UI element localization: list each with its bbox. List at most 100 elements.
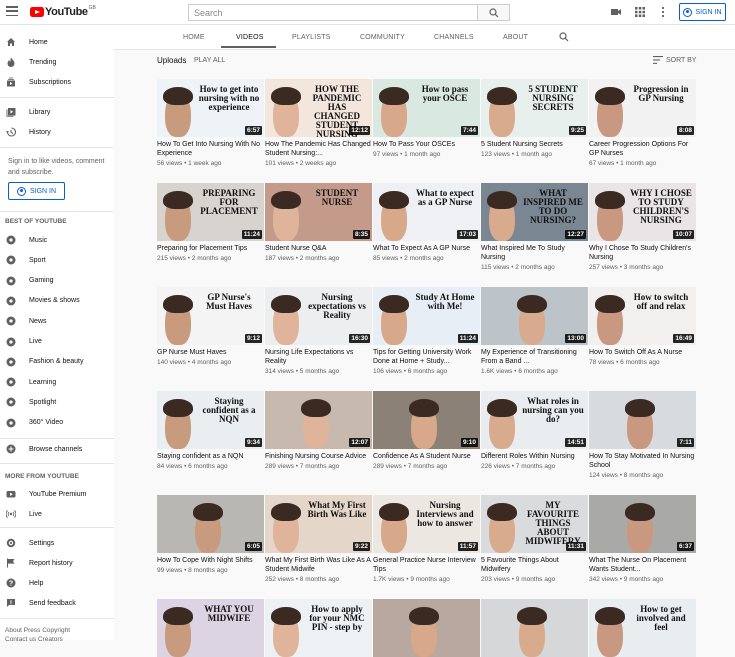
video-thumbnail[interactable]: Study At Home with Me! 11:24 — [373, 287, 480, 345]
video-card[interactable]: MY FAVOURITE THINGS ABOUT MIDWIFERY 11:31… — [481, 495, 588, 583]
video-card[interactable] — [373, 599, 480, 657]
video-title[interactable]: What The Nurse On Placement Wants Studen… — [589, 556, 696, 574]
video-card[interactable]: How to switch off and relax 16:49 How To S… — [589, 287, 696, 366]
sidebar-item-trending[interactable]: Trending — [0, 54, 114, 70]
video-thumbnail[interactable]: Progression in GP Nursing 8:08 — [589, 79, 696, 137]
video-title[interactable]: What Inspired Me To Study Nursing — [481, 244, 588, 262]
video-title[interactable]: Confidence As A Student Nurse — [373, 452, 480, 461]
video-card[interactable]: Nursing Interviews and how to answer 11:5… — [373, 495, 480, 583]
video-card[interactable]: How to pass your OSCE 7:44 How To Pass You… — [373, 79, 480, 158]
video-card[interactable]: Nursing expectations vs Reality 16:30 Nurs… — [265, 287, 372, 375]
video-card[interactable]: What to expect as a GP Nurse 17:03 What To… — [373, 183, 480, 262]
tab-playlists[interactable]: PLAYLISTS — [292, 34, 331, 41]
tab-videos[interactable]: VIDEOS — [236, 34, 264, 41]
tab-about[interactable]: ABOUT — [503, 34, 528, 41]
video-thumbnail[interactable]: HOW THE PANDEMIC HAS CHANGED STUDENT NUR… — [265, 79, 372, 137]
video-card[interactable]: What roles in nursing can you do? 14:51 Di… — [481, 391, 588, 470]
video-card[interactable]: 6:37 What The Nurse On Placement Wants St… — [589, 495, 696, 583]
video-thumbnail[interactable]: Nursing expectations vs Reality 16:30 — [265, 287, 372, 345]
video-thumbnail[interactable]: 9:10 — [373, 391, 480, 449]
video-thumbnail[interactable]: Staying confident as a NQN 9:34 — [157, 391, 264, 449]
video-thumbnail[interactable]: 12:07 — [265, 391, 372, 449]
video-title[interactable]: Why I Chose To Study Children's Nursing — [589, 244, 696, 262]
sign-in-button[interactable]: SIGN IN — [679, 3, 726, 21]
sidebar-item-live[interactable]: Live — [0, 334, 114, 350]
sidebar-item-report-history[interactable]: Report history — [0, 555, 114, 571]
tab-community[interactable]: COMMUNITY — [360, 34, 405, 41]
video-title[interactable]: My Experience of Transitioning From a Ba… — [481, 348, 588, 366]
video-card[interactable] — [481, 599, 588, 657]
video-thumbnail[interactable]: MY FAVOURITE THINGS ABOUT MIDWIFERY 11:31 — [481, 495, 588, 553]
video-card[interactable]: PREPARING FOR PLACEMENT 11:24 Preparing fo… — [157, 183, 264, 262]
apps-icon[interactable] — [634, 6, 646, 18]
video-thumbnail[interactable]: GP Nurse's Must Haves 9:12 — [157, 287, 264, 345]
channel-search-icon[interactable] — [559, 32, 569, 42]
tab-channels[interactable]: CHANNELS — [434, 34, 474, 41]
sidebar-item-fashion-beauty[interactable]: Fashion & beauty — [0, 354, 114, 370]
sidebar-item-subscriptions[interactable]: Subscriptions — [0, 74, 114, 90]
sidebar-item-news[interactable]: News — [0, 313, 114, 329]
video-title[interactable]: 5 Favourite Things About Midwifery — [481, 556, 588, 574]
video-title[interactable]: How To Pass Your OSCEs — [373, 140, 480, 149]
video-card[interactable]: HOW THE PANDEMIC HAS CHANGED STUDENT NUR… — [265, 79, 372, 167]
video-title[interactable]: 5 Student Nursing Secrets — [481, 140, 588, 149]
video-title[interactable]: Tips for Getting University Work Done at… — [373, 348, 480, 366]
video-card[interactable]: 5 STUDENT NURSING SECRETS 9:25 5 Student N… — [481, 79, 588, 158]
video-card[interactable]: WHAT INSPIRED ME TO DO NURSING? 12:27 What… — [481, 183, 588, 271]
video-title[interactable]: Career Progression Options For GP Nurses — [589, 140, 696, 158]
sidebar-item-gaming[interactable]: Gaming — [0, 273, 114, 289]
video-card[interactable]: GP Nurse's Must Haves 9:12 GP Nurse Must H… — [157, 287, 264, 366]
sidebar-item-library[interactable]: Library — [0, 104, 114, 120]
video-title[interactable]: How To Cope With Night Shifts — [157, 556, 264, 565]
video-title[interactable]: General Practice Nurse Interview Tips — [373, 556, 480, 574]
sidebar-item-live[interactable]: Live — [0, 506, 114, 522]
video-thumbnail[interactable]: What My First Birth Was Like 9:22 — [265, 495, 372, 553]
video-title[interactable]: How To Switch Off As A Nurse — [589, 348, 696, 357]
video-card[interactable]: What My First Birth Was Like 9:22 What My … — [265, 495, 372, 583]
sidebar-item-home[interactable]: Home — [0, 34, 114, 50]
video-card[interactable]: WHY I CHOSE TO STUDY CHILDREN'S NURSING 1… — [589, 183, 696, 271]
video-thumbnail[interactable]: 7:11 — [589, 391, 696, 449]
video-title[interactable]: Staying confident as a NQN — [157, 452, 264, 461]
video-title[interactable]: Different Roles Within Nursing — [481, 452, 588, 461]
sidebar-item-settings[interactable]: Settings — [0, 535, 114, 551]
video-title[interactable]: How To Stay Motivated In Nursing School — [589, 452, 696, 470]
sidebar-item-sport[interactable]: Sport — [0, 252, 114, 268]
video-thumbnail[interactable]: 6:37 — [589, 495, 696, 553]
video-card[interactable]: WHAT YOU MIDWIFE — [157, 599, 264, 657]
video-title[interactable]: What My First Birth Was Like As A Studen… — [265, 556, 372, 574]
sidebar-item-360-video[interactable]: 360° Video — [0, 415, 114, 431]
tab-home[interactable]: HOME — [183, 34, 205, 41]
video-card[interactable]: 7:11 How To Stay Motivated In Nursing Sch… — [589, 391, 696, 479]
video-card[interactable]: 9:10 Confidence As A Student Nurse 289 vie… — [373, 391, 480, 470]
youtube-logo[interactable]: YouTube GB — [30, 5, 96, 18]
video-thumbnail[interactable]: What roles in nursing can you do? 14:51 — [481, 391, 588, 449]
video-card[interactable]: 12:07 Finishing Nursing Course Advice 289 … — [265, 391, 372, 470]
sidebar-item-history[interactable]: History — [0, 124, 114, 140]
sort-by-button[interactable]: SORT BY — [653, 56, 696, 64]
video-card[interactable]: How to get into nursing with no experien… — [157, 79, 264, 167]
video-title[interactable]: Finishing Nursing Course Advice — [265, 452, 372, 461]
create-video-icon[interactable] — [610, 6, 622, 18]
menu-icon[interactable] — [6, 6, 18, 16]
more-vert-icon[interactable] — [657, 6, 669, 18]
video-title[interactable]: How The Pandemic Has Changed Student Nur… — [265, 140, 372, 158]
video-thumbnail[interactable]: 13:00 — [481, 287, 588, 345]
uploads-heading[interactable]: Uploads — [157, 56, 186, 65]
video-thumbnail[interactable]: How to apply for your NMC PIN - step by — [265, 599, 372, 657]
sidebar-item-spotlight[interactable]: Spotlight — [0, 394, 114, 410]
video-thumbnail[interactable]: STUDENT NURSE 8:35 — [265, 183, 372, 241]
video-thumbnail[interactable]: WHAT INSPIRED ME TO DO NURSING? 12:27 — [481, 183, 588, 241]
video-thumbnail[interactable]: WHAT YOU MIDWIFE — [157, 599, 264, 657]
video-card[interactable]: Study At Home with Me! 11:24 Tips for Gett… — [373, 287, 480, 375]
play-all-button[interactable]: PLAY ALL — [194, 57, 225, 64]
sidebar-item-learning[interactable]: Learning — [0, 374, 114, 390]
video-thumbnail[interactable]: 6:05 — [157, 495, 264, 553]
video-thumbnail[interactable]: What to expect as a GP Nurse 17:03 — [373, 183, 480, 241]
video-card[interactable]: STUDENT NURSE 8:35 Student Nurse Q&A 187 vi… — [265, 183, 372, 262]
sidebar-item-music[interactable]: Music — [0, 232, 114, 248]
video-thumbnail[interactable]: How to switch off and relax 16:49 — [589, 287, 696, 345]
sidebar-item-browse-channels[interactable]: Browse channels — [0, 441, 114, 457]
video-card[interactable]: Staying confident as a NQN 9:34 Staying co… — [157, 391, 264, 470]
sidebar-item-help[interactable]: ? Help — [0, 575, 114, 591]
